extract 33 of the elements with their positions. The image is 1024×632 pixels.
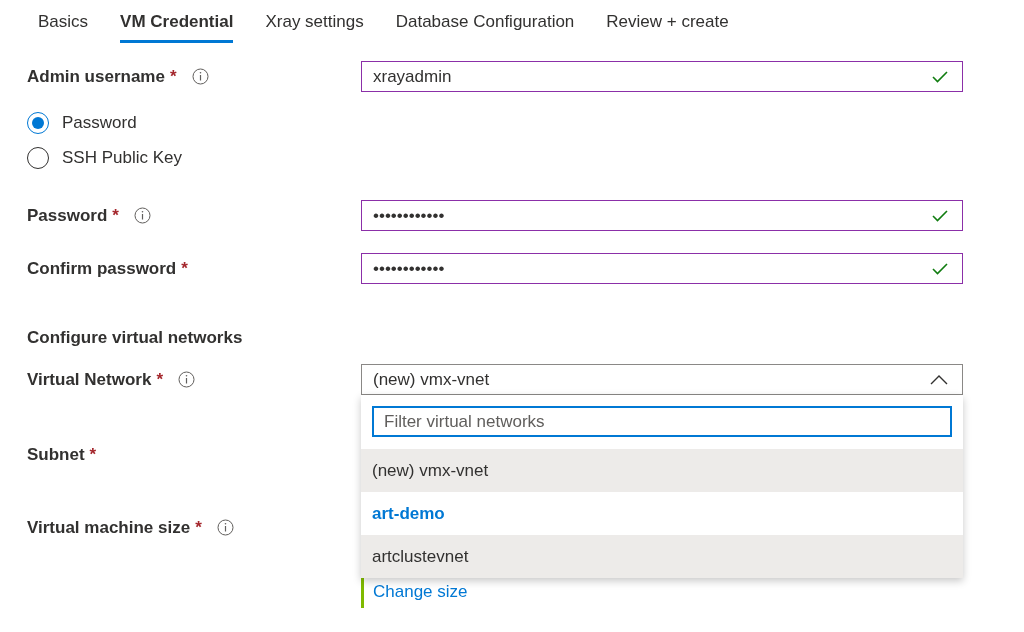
field-label: Virtual Network: [27, 369, 152, 390]
input-field[interactable]: ••••••••••••: [361, 200, 963, 231]
field-label: Admin username: [27, 66, 165, 87]
required-mark: *: [156, 369, 163, 390]
info-icon[interactable]: [178, 371, 195, 388]
tab[interactable]: Database Configuration: [379, 0, 591, 44]
info-icon[interactable]: [216, 519, 234, 536]
menu-item[interactable]: (new) vmx-vnet: [361, 449, 963, 492]
tab[interactable]: VM Credential: [104, 0, 250, 44]
input-field[interactable]: ••••••••••••: [361, 253, 963, 284]
required-mark: *: [169, 66, 177, 87]
menu-item[interactable]: artclustevnet: [361, 535, 963, 578]
input-field[interactable]: xrayadmin: [361, 61, 963, 92]
required-mark: *: [89, 444, 97, 465]
field-label: Confirm password: [27, 258, 177, 279]
radio-option[interactable]: Password: [27, 109, 137, 136]
field-label: Password: [27, 205, 108, 226]
section-heading: Configure virtual networks: [27, 327, 243, 349]
field-label: Virtual machine size: [27, 517, 191, 538]
change-size-link[interactable]: Change size: [373, 582, 468, 602]
dropdown[interactable]: (new) vmx-vnet: [361, 364, 963, 395]
radio-option[interactable]: SSH Public Key: [27, 144, 182, 171]
tab[interactable]: Xray settings: [249, 0, 380, 44]
required-mark: *: [195, 517, 202, 538]
tab[interactable]: Review + create: [590, 0, 745, 44]
required-mark: *: [112, 205, 119, 226]
field-label: Subnet: [27, 444, 85, 465]
info-icon[interactable]: [191, 68, 209, 85]
info-icon[interactable]: [133, 207, 151, 224]
tab[interactable]: Basics: [22, 0, 105, 44]
filter-field[interactable]: Filter virtual networks: [372, 406, 952, 437]
required-mark: *: [181, 258, 188, 279]
menu-item[interactable]: art-demo: [361, 492, 963, 535]
